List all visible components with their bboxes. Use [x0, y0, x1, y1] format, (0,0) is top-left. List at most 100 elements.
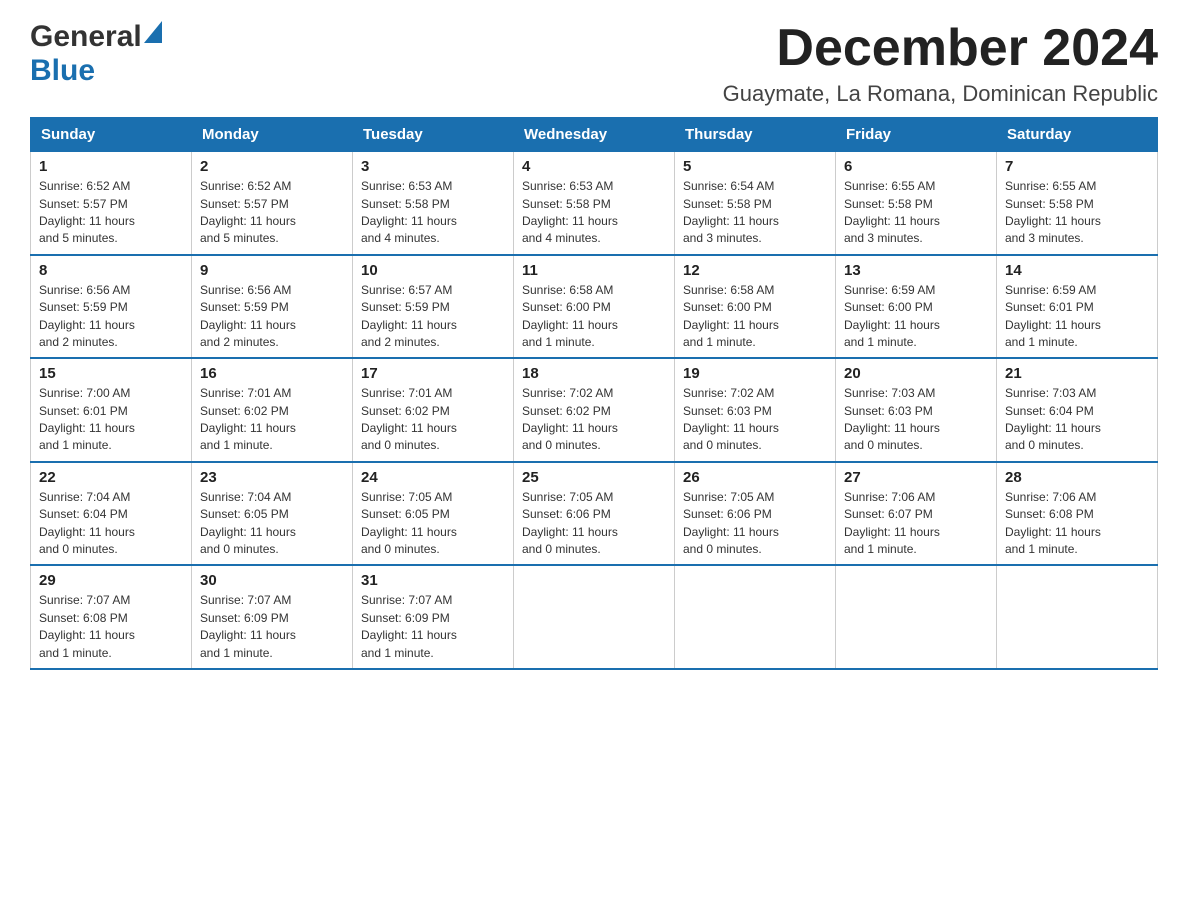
day-info: Sunrise: 6:55 AM Sunset: 5:58 PM Dayligh… [1005, 178, 1149, 248]
day-cell: 4 Sunrise: 6:53 AM Sunset: 5:58 PM Dayli… [514, 152, 675, 255]
day-number: 17 [361, 365, 505, 382]
header-row: SundayMondayTuesdayWednesdayThursdayFrid… [31, 118, 1158, 152]
day-info: Sunrise: 6:58 AM Sunset: 6:00 PM Dayligh… [683, 282, 827, 352]
day-number: 13 [844, 262, 988, 279]
title-area: December 2024 Guaymate, La Romana, Domin… [723, 20, 1158, 107]
subtitle: Guaymate, La Romana, Dominican Republic [723, 81, 1158, 107]
week-row-5: 29 Sunrise: 7:07 AM Sunset: 6:08 PM Dayl… [31, 565, 1158, 669]
day-cell: 26 Sunrise: 7:05 AM Sunset: 6:06 PM Dayl… [675, 462, 836, 566]
day-number: 3 [361, 158, 505, 175]
day-cell: 9 Sunrise: 6:56 AM Sunset: 5:59 PM Dayli… [192, 255, 353, 359]
week-row-2: 8 Sunrise: 6:56 AM Sunset: 5:59 PM Dayli… [31, 255, 1158, 359]
day-number: 24 [361, 469, 505, 486]
day-cell [997, 565, 1158, 669]
day-cell: 12 Sunrise: 6:58 AM Sunset: 6:00 PM Dayl… [675, 255, 836, 359]
day-number: 11 [522, 262, 666, 279]
col-header-tuesday: Tuesday [353, 118, 514, 152]
day-number: 23 [200, 469, 344, 486]
week-row-1: 1 Sunrise: 6:52 AM Sunset: 5:57 PM Dayli… [31, 152, 1158, 255]
week-row-3: 15 Sunrise: 7:00 AM Sunset: 6:01 PM Dayl… [31, 358, 1158, 462]
day-cell [836, 565, 997, 669]
day-info: Sunrise: 6:58 AM Sunset: 6:00 PM Dayligh… [522, 282, 666, 352]
day-info: Sunrise: 6:59 AM Sunset: 6:00 PM Dayligh… [844, 282, 988, 352]
day-cell: 30 Sunrise: 7:07 AM Sunset: 6:09 PM Dayl… [192, 565, 353, 669]
col-header-monday: Monday [192, 118, 353, 152]
day-info: Sunrise: 6:53 AM Sunset: 5:58 PM Dayligh… [522, 178, 666, 248]
day-number: 9 [200, 262, 344, 279]
day-info: Sunrise: 7:05 AM Sunset: 6:05 PM Dayligh… [361, 489, 505, 559]
day-info: Sunrise: 7:07 AM Sunset: 6:09 PM Dayligh… [361, 592, 505, 662]
day-info: Sunrise: 6:52 AM Sunset: 5:57 PM Dayligh… [200, 178, 344, 248]
day-cell: 23 Sunrise: 7:04 AM Sunset: 6:05 PM Dayl… [192, 462, 353, 566]
day-info: Sunrise: 7:01 AM Sunset: 6:02 PM Dayligh… [361, 385, 505, 455]
day-number: 4 [522, 158, 666, 175]
day-cell: 1 Sunrise: 6:52 AM Sunset: 5:57 PM Dayli… [31, 152, 192, 255]
day-info: Sunrise: 7:06 AM Sunset: 6:08 PM Dayligh… [1005, 489, 1149, 559]
day-cell: 2 Sunrise: 6:52 AM Sunset: 5:57 PM Dayli… [192, 152, 353, 255]
day-info: Sunrise: 7:03 AM Sunset: 6:04 PM Dayligh… [1005, 385, 1149, 455]
day-number: 16 [200, 365, 344, 382]
day-number: 18 [522, 365, 666, 382]
day-number: 15 [39, 365, 183, 382]
day-cell: 7 Sunrise: 6:55 AM Sunset: 5:58 PM Dayli… [997, 152, 1158, 255]
day-cell: 14 Sunrise: 6:59 AM Sunset: 6:01 PM Dayl… [997, 255, 1158, 359]
day-number: 10 [361, 262, 505, 279]
day-info: Sunrise: 7:02 AM Sunset: 6:03 PM Dayligh… [683, 385, 827, 455]
col-header-sunday: Sunday [31, 118, 192, 152]
col-header-thursday: Thursday [675, 118, 836, 152]
day-cell: 18 Sunrise: 7:02 AM Sunset: 6:02 PM Dayl… [514, 358, 675, 462]
day-number: 30 [200, 572, 344, 589]
day-number: 7 [1005, 158, 1149, 175]
day-info: Sunrise: 6:57 AM Sunset: 5:59 PM Dayligh… [361, 282, 505, 352]
day-number: 27 [844, 469, 988, 486]
day-number: 31 [361, 572, 505, 589]
day-info: Sunrise: 7:01 AM Sunset: 6:02 PM Dayligh… [200, 385, 344, 455]
day-cell: 24 Sunrise: 7:05 AM Sunset: 6:05 PM Dayl… [353, 462, 514, 566]
day-info: Sunrise: 7:07 AM Sunset: 6:08 PM Dayligh… [39, 592, 183, 662]
day-number: 25 [522, 469, 666, 486]
day-info: Sunrise: 7:07 AM Sunset: 6:09 PM Dayligh… [200, 592, 344, 662]
col-header-saturday: Saturday [997, 118, 1158, 152]
day-info: Sunrise: 6:56 AM Sunset: 5:59 PM Dayligh… [39, 282, 183, 352]
week-row-4: 22 Sunrise: 7:04 AM Sunset: 6:04 PM Dayl… [31, 462, 1158, 566]
day-cell: 20 Sunrise: 7:03 AM Sunset: 6:03 PM Dayl… [836, 358, 997, 462]
day-number: 14 [1005, 262, 1149, 279]
day-number: 1 [39, 158, 183, 175]
day-cell: 10 Sunrise: 6:57 AM Sunset: 5:59 PM Dayl… [353, 255, 514, 359]
logo-blue: Blue [30, 54, 95, 87]
day-cell: 13 Sunrise: 6:59 AM Sunset: 6:00 PM Dayl… [836, 255, 997, 359]
day-cell: 22 Sunrise: 7:04 AM Sunset: 6:04 PM Dayl… [31, 462, 192, 566]
day-info: Sunrise: 6:59 AM Sunset: 6:01 PM Dayligh… [1005, 282, 1149, 352]
day-number: 22 [39, 469, 183, 486]
calendar-body: 1 Sunrise: 6:52 AM Sunset: 5:57 PM Dayli… [31, 152, 1158, 669]
day-cell [675, 565, 836, 669]
day-info: Sunrise: 6:54 AM Sunset: 5:58 PM Dayligh… [683, 178, 827, 248]
day-cell: 8 Sunrise: 6:56 AM Sunset: 5:59 PM Dayli… [31, 255, 192, 359]
day-info: Sunrise: 7:00 AM Sunset: 6:01 PM Dayligh… [39, 385, 183, 455]
day-info: Sunrise: 7:04 AM Sunset: 6:04 PM Dayligh… [39, 489, 183, 559]
day-info: Sunrise: 6:52 AM Sunset: 5:57 PM Dayligh… [39, 178, 183, 248]
day-number: 28 [1005, 469, 1149, 486]
day-info: Sunrise: 6:53 AM Sunset: 5:58 PM Dayligh… [361, 178, 505, 248]
calendar-header: SundayMondayTuesdayWednesdayThursdayFrid… [31, 118, 1158, 152]
day-cell: 28 Sunrise: 7:06 AM Sunset: 6:08 PM Dayl… [997, 462, 1158, 566]
day-info: Sunrise: 6:55 AM Sunset: 5:58 PM Dayligh… [844, 178, 988, 248]
day-info: Sunrise: 7:06 AM Sunset: 6:07 PM Dayligh… [844, 489, 988, 559]
day-number: 26 [683, 469, 827, 486]
day-number: 2 [200, 158, 344, 175]
day-info: Sunrise: 7:03 AM Sunset: 6:03 PM Dayligh… [844, 385, 988, 455]
page-title: December 2024 [723, 20, 1158, 77]
logo-general: General [30, 20, 142, 54]
day-number: 8 [39, 262, 183, 279]
day-number: 12 [683, 262, 827, 279]
day-cell: 5 Sunrise: 6:54 AM Sunset: 5:58 PM Dayli… [675, 152, 836, 255]
header: General Blue December 2024 Guaymate, La … [30, 20, 1158, 107]
day-cell: 29 Sunrise: 7:07 AM Sunset: 6:08 PM Dayl… [31, 565, 192, 669]
day-info: Sunrise: 7:05 AM Sunset: 6:06 PM Dayligh… [683, 489, 827, 559]
day-info: Sunrise: 7:05 AM Sunset: 6:06 PM Dayligh… [522, 489, 666, 559]
day-cell: 31 Sunrise: 7:07 AM Sunset: 6:09 PM Dayl… [353, 565, 514, 669]
day-number: 19 [683, 365, 827, 382]
day-cell: 17 Sunrise: 7:01 AM Sunset: 6:02 PM Dayl… [353, 358, 514, 462]
day-cell: 19 Sunrise: 7:02 AM Sunset: 6:03 PM Dayl… [675, 358, 836, 462]
col-header-friday: Friday [836, 118, 997, 152]
